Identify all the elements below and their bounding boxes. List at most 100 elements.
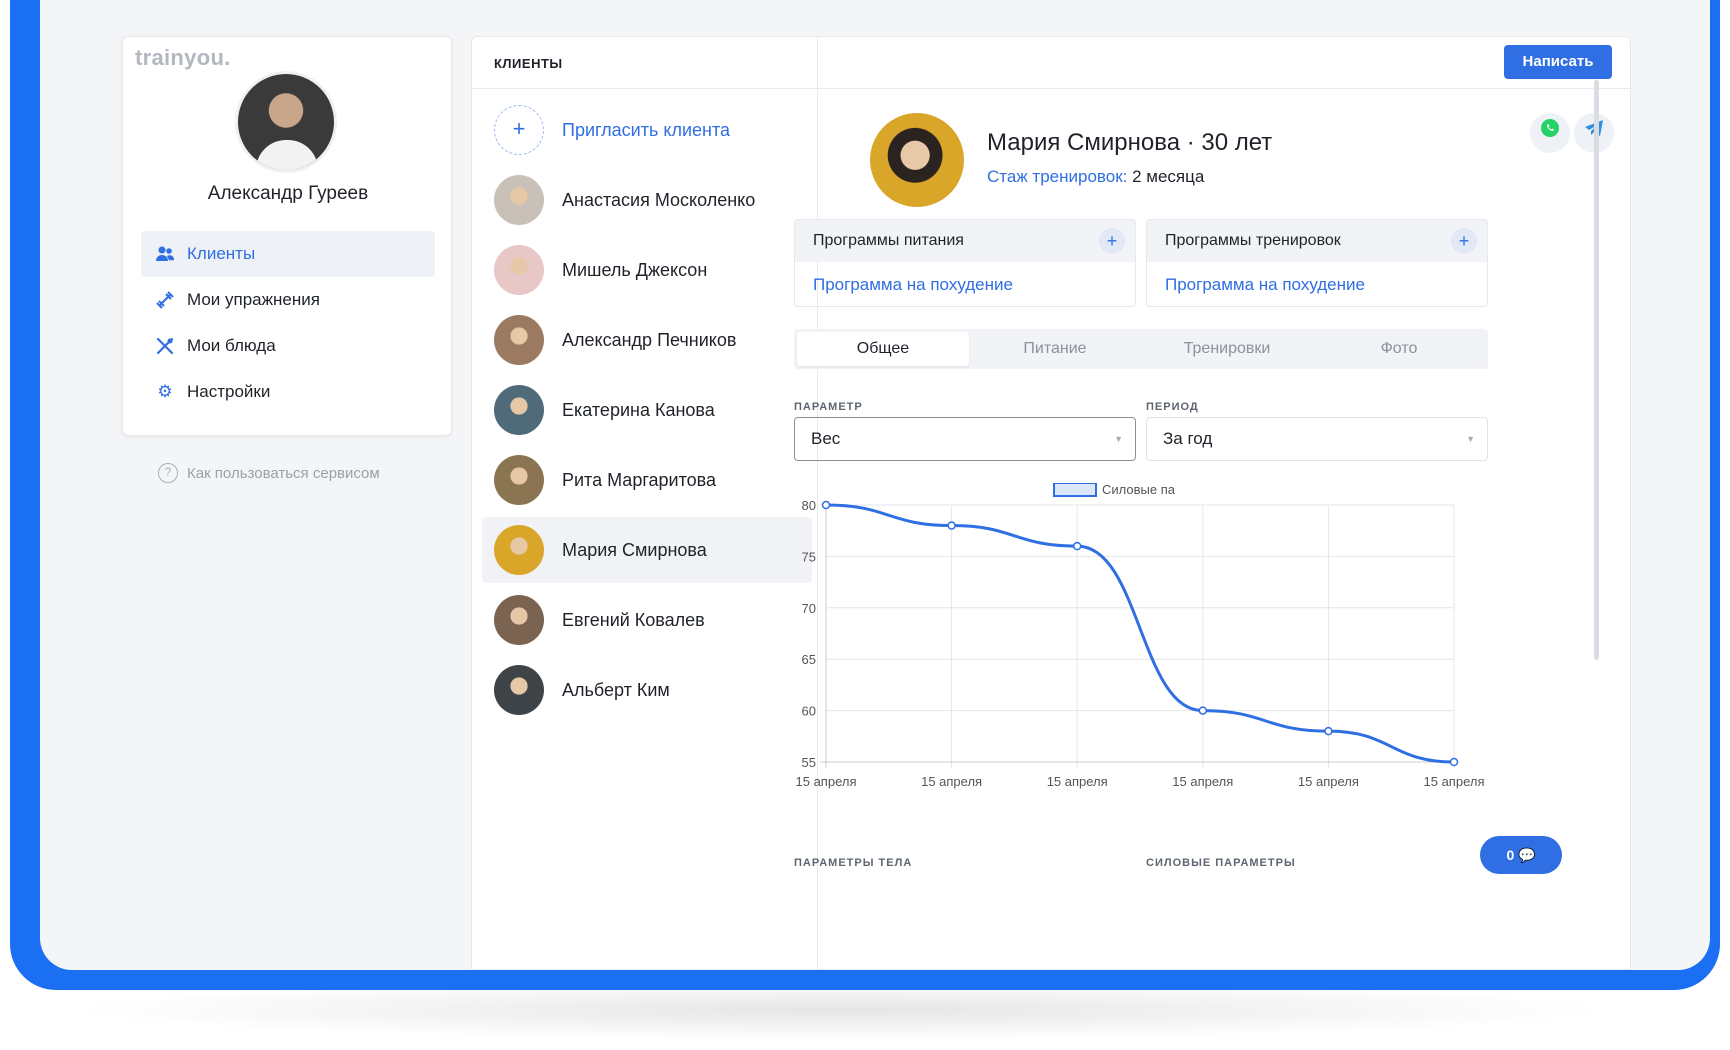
- sidebar: trainyou. Александр Гуреев Клиенты Мои у…: [122, 36, 452, 436]
- help-link[interactable]: ? Как пользоваться сервисом: [158, 463, 380, 483]
- period-select[interactable]: За год ▼: [1146, 417, 1488, 461]
- invite-label: Пригласить клиента: [562, 119, 731, 140]
- client-name: Екатерина Канова: [562, 399, 715, 420]
- whatsapp-button[interactable]: [1530, 113, 1570, 153]
- client-avatar: [494, 175, 544, 225]
- chat-count: 0: [1506, 847, 1515, 863]
- tab-workouts[interactable]: Тренировки: [1141, 332, 1313, 366]
- sidebar-item-exercises[interactable]: Мои упражнения: [141, 277, 435, 323]
- y-tick-label: 60: [802, 704, 816, 719]
- cutlery-icon: [155, 336, 175, 356]
- client-avatar: [494, 525, 544, 575]
- sidebar-item-settings[interactable]: ⚙ Настройки: [141, 369, 435, 415]
- app-screen: trainyou. Александр Гуреев Клиенты Мои у…: [40, 0, 1710, 970]
- dumbbell-icon: [155, 290, 175, 310]
- gear-icon: ⚙: [157, 382, 173, 401]
- sidebar-item-clients[interactable]: Клиенты: [141, 231, 435, 277]
- data-point: [947, 521, 956, 530]
- body-params-label: ПАРАМЕТРЫ ТЕЛА: [794, 857, 913, 869]
- param-value: Вес: [811, 429, 841, 448]
- client-list-item[interactable]: Екатерина Канова: [482, 377, 812, 443]
- y-tick-label: 75: [802, 549, 816, 564]
- client-name: Рита Маргаритова: [562, 469, 717, 490]
- client-experience: Стаж тренировок: 2 месяца: [987, 167, 1204, 187]
- legend-swatch: [1053, 483, 1097, 497]
- add-nutrition-program-button[interactable]: +: [1099, 228, 1125, 254]
- client-list-item[interactable]: Александр Печников: [482, 307, 812, 373]
- client-avatar: [494, 245, 544, 295]
- tab-nutrition[interactable]: Питание: [969, 332, 1141, 366]
- client-avatar: [494, 665, 544, 715]
- client-name: Александр Печников: [562, 329, 737, 350]
- caret-down-icon: ▼: [1114, 434, 1123, 444]
- tab-photo[interactable]: Фото: [1313, 332, 1485, 366]
- training-programs-header: Программы тренировок +: [1147, 220, 1487, 262]
- sidebar-item-label: Мои блюда: [187, 336, 276, 355]
- data-point: [1449, 757, 1459, 767]
- sidebar-item-label: Настройки: [187, 382, 271, 401]
- users-icon: [155, 244, 175, 264]
- client-name: Мишель Джексон: [562, 259, 708, 280]
- chat-button[interactable]: 0 💬: [1480, 836, 1562, 874]
- x-tick-label: 15 апреля: [1298, 774, 1359, 789]
- client-list-item[interactable]: Евгений Ковалев: [482, 587, 812, 653]
- training-programs-card: Программы тренировок + Программа на поху…: [1146, 219, 1488, 307]
- strength-params-label: СИЛОВЫЕ ПАРАМЕТРЫ: [1146, 857, 1296, 869]
- x-tick-label: 15 апреля: [1172, 774, 1233, 789]
- y-tick-label: 70: [802, 601, 816, 616]
- whatsapp-icon: [1541, 119, 1559, 137]
- param-label: ПАРАМЕТР: [794, 401, 863, 413]
- data-point: [821, 500, 831, 510]
- legend-label: Силовые па: [1102, 483, 1176, 497]
- client-avatar: [494, 385, 544, 435]
- nutrition-programs-title: Программы питания: [813, 232, 964, 249]
- x-tick-label: 15 апреля: [1047, 774, 1108, 789]
- nutrition-program-link[interactable]: Программа на похудение: [795, 262, 1135, 306]
- client-avatar: [494, 595, 544, 645]
- y-tick-label: 80: [802, 498, 816, 513]
- training-program-link[interactable]: Программа на похудение: [1147, 262, 1487, 306]
- client-avatar: [494, 455, 544, 505]
- client-name: Анастасия Москоленко: [562, 189, 756, 210]
- client-list-item[interactable]: Мария Смирнова: [482, 517, 812, 583]
- client-name: Мария Смирнова · 30 лет: [987, 129, 1273, 156]
- param-select[interactable]: Вес ▼: [794, 417, 1136, 461]
- weight-chart: 80 75 70 65 60 55 15 апреля 15 апреля 15 апреля 1…: [796, 483, 1485, 789]
- training-programs-title: Программы тренировок: [1165, 232, 1341, 249]
- nutrition-programs-card: Программы питания + Программа на похуден…: [794, 219, 1136, 307]
- chat-bubble-icon: 💬: [1518, 847, 1536, 863]
- caret-down-icon: ▼: [1466, 434, 1475, 444]
- client-list-item[interactable]: Рита Маргаритова: [482, 447, 812, 513]
- y-tick-label: 55: [802, 755, 816, 770]
- sidebar-item-label: Мои упражнения: [187, 290, 320, 309]
- data-point: [1198, 706, 1208, 715]
- tab-general[interactable]: Общее: [797, 332, 969, 366]
- trainer-name: Александр Гуреев: [207, 183, 369, 204]
- trainer-avatar: [235, 71, 337, 173]
- question-icon: ?: [158, 463, 178, 483]
- experience-value: 2 месяца: [1127, 167, 1205, 186]
- page-title: КЛИЕНТЫ: [494, 56, 563, 71]
- topbar: КЛИЕНТЫ Написать: [472, 37, 1632, 89]
- x-tick-label: 15 апреля: [796, 774, 857, 789]
- device-frame: trainyou. Александр Гуреев Клиенты Мои у…: [10, 0, 1720, 990]
- scrollbar[interactable]: [1594, 80, 1599, 660]
- client-list-item[interactable]: Анастасия Москоленко: [482, 167, 812, 233]
- client-list-item[interactable]: Мишель Джексон: [482, 237, 812, 303]
- nutrition-programs-header: Программы питания +: [795, 220, 1135, 262]
- app-logo: trainyou.: [135, 45, 231, 70]
- add-training-program-button[interactable]: +: [1451, 228, 1477, 254]
- plus-icon: +: [494, 105, 544, 155]
- write-button[interactable]: Написать: [1504, 45, 1612, 79]
- client-name: Альберт Ким: [562, 679, 670, 700]
- invite-client-button[interactable]: + Пригласить клиента: [482, 97, 812, 163]
- main-panel: КЛИЕНТЫ Написать + Пригласить клиента Ан…: [471, 36, 1632, 970]
- client-list-item[interactable]: Альберт Ким: [482, 657, 812, 723]
- data-point: [1072, 541, 1082, 551]
- help-label: Как пользоваться сервисом: [187, 464, 380, 482]
- sidebar-item-dishes[interactable]: Мои блюда: [141, 323, 435, 369]
- data-point: [1324, 726, 1333, 736]
- client-name: Мария Смирнова: [562, 539, 707, 560]
- x-tick-label: 15 апреля: [921, 774, 982, 789]
- client-name: Евгений Ковалев: [562, 609, 705, 630]
